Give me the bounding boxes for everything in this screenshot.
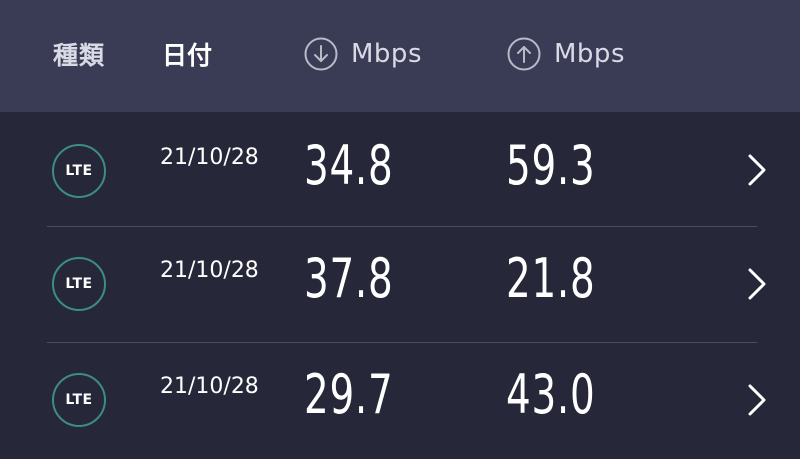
upload-unit-label: Mbps — [554, 39, 625, 69]
upload-speed: 59.3 — [506, 134, 596, 197]
chevron-right-icon[interactable] — [742, 380, 772, 420]
results-header: 種類 日付 Mbps Mbps — [0, 0, 800, 112]
network-type-badge: LTE — [52, 257, 106, 311]
result-row[interactable]: LTE 21/10/28 37.8 21.8 — [0, 227, 800, 343]
download-speed: 34.8 — [304, 134, 394, 197]
chevron-right-icon[interactable] — [742, 264, 772, 304]
chevron-right-icon[interactable] — [742, 150, 772, 190]
result-date: 21/10/28 — [160, 258, 259, 283]
network-type-badge: LTE — [52, 144, 106, 198]
result-date: 21/10/28 — [160, 145, 259, 170]
column-header-upload[interactable]: Mbps — [507, 34, 625, 74]
download-speed: 29.7 — [304, 363, 394, 426]
network-type-badge: LTE — [52, 373, 106, 427]
result-row[interactable]: LTE 21/10/28 34.8 59.3 — [0, 112, 800, 228]
download-speed: 37.8 — [304, 247, 394, 310]
result-row[interactable]: LTE 21/10/28 29.7 43.0 — [0, 343, 800, 459]
column-header-date[interactable]: 日付 — [162, 34, 212, 74]
column-header-type[interactable]: 種類 — [53, 34, 105, 74]
upload-speed: 43.0 — [506, 363, 596, 426]
column-header-download[interactable]: Mbps — [304, 34, 422, 74]
result-date: 21/10/28 — [160, 374, 259, 399]
download-unit-label: Mbps — [351, 39, 422, 69]
arrow-down-circle-icon — [304, 37, 338, 71]
arrow-up-circle-icon — [507, 37, 541, 71]
upload-speed: 21.8 — [506, 247, 596, 310]
